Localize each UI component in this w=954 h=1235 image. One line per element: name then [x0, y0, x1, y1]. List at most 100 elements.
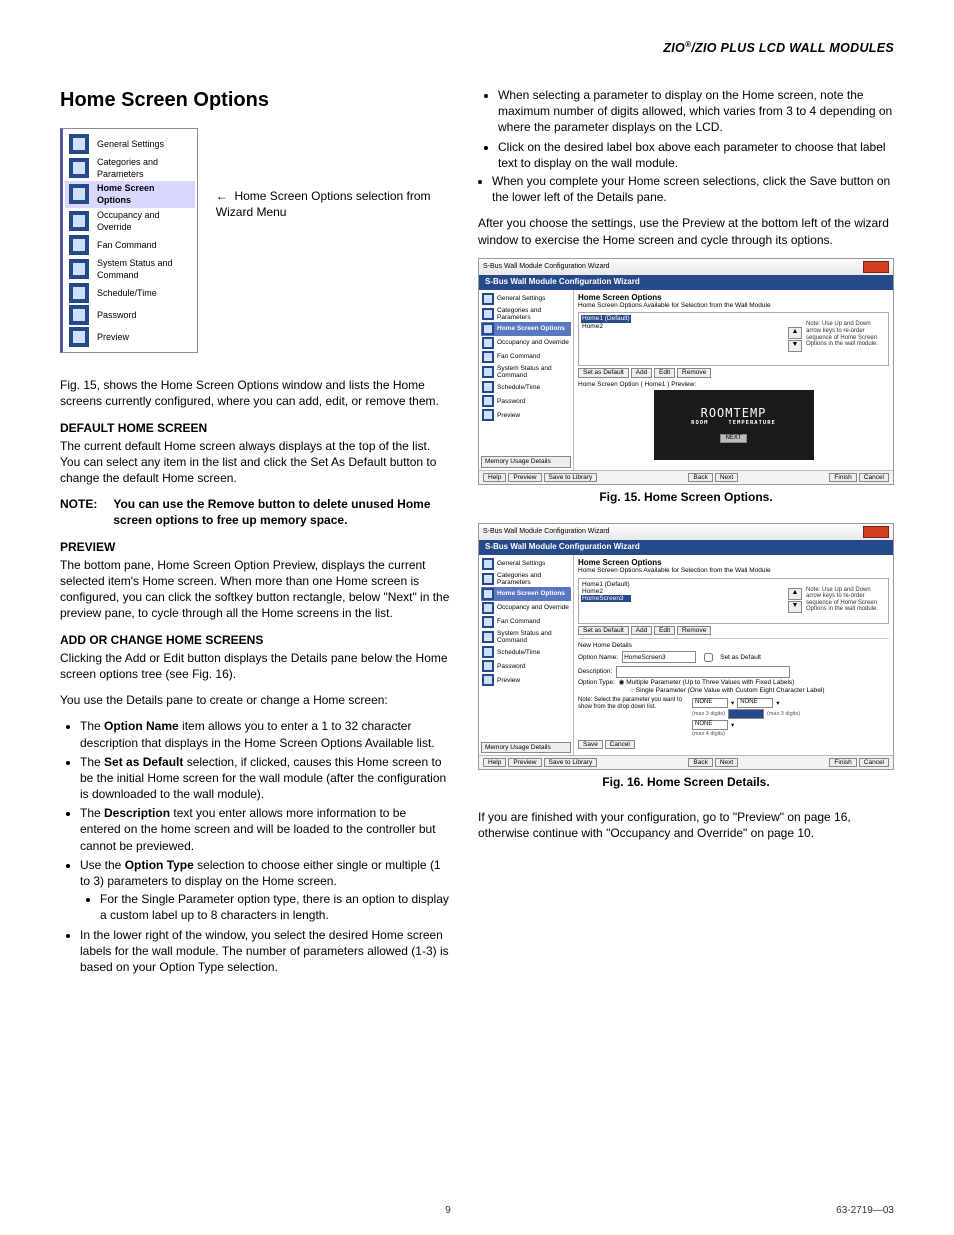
list-item: When you complete your Home screen selec… [492, 173, 894, 205]
page-title: Home Screen Options [60, 87, 450, 114]
list-item: For the Single Parameter option type, th… [100, 891, 450, 923]
next-button[interactable]: Next [715, 758, 738, 767]
back-button[interactable]: Back [688, 758, 712, 767]
list-item: Home2 [581, 588, 631, 595]
remove-button[interactable]: Remove [677, 626, 711, 635]
add-button[interactable]: Add [631, 368, 653, 377]
memory-usage-button[interactable]: Memory Usage Details [481, 742, 571, 753]
list-item: Home2 [581, 323, 631, 330]
list-item: Click on the desired label box above eac… [498, 139, 894, 171]
body-text: Fig. 15, shows the Home Screen Options w… [60, 377, 450, 409]
list-item: In the lower right of the window, you se… [80, 927, 450, 976]
body-text: The bottom pane, Home Screen Option Prev… [60, 557, 450, 622]
set-default-checkbox[interactable] [704, 653, 713, 662]
cancel-button[interactable]: Cancel [605, 740, 635, 749]
wiz-item: Preview [65, 326, 195, 348]
home-icon [69, 184, 89, 204]
next-button[interactable]: Next [715, 473, 738, 482]
status-icon [482, 366, 494, 378]
arrow-down-icon: ▼ [788, 601, 802, 613]
wizard-menu: General Settings Categories and Paramete… [60, 128, 198, 353]
categories-icon [482, 573, 494, 585]
categories-icon [482, 308, 494, 320]
wiz-item-selected: Home Screen Options [65, 181, 195, 207]
figure-caption: Fig. 16. Home Screen Details. [478, 774, 894, 790]
figure-16-screenshot: S-Bus Wall Module Configuration Wizard S… [478, 523, 894, 771]
param-select[interactable]: NONE [692, 720, 728, 730]
param-select[interactable] [728, 709, 764, 719]
memory-usage-button[interactable]: Memory Usage Details [481, 456, 571, 467]
arrow-down-icon: ▼ [788, 340, 802, 352]
add-change-heading: ADD OR CHANGE HOME SCREENS [60, 632, 450, 648]
arrow-up-icon: ▲ [788, 588, 802, 600]
preview-button[interactable]: Preview [508, 473, 541, 482]
set-default-button[interactable]: Set as Default [578, 626, 629, 635]
cancel-button[interactable]: Cancel [859, 473, 889, 482]
figure-caption: Fig. 15. Home Screen Options. [478, 489, 894, 505]
remove-button[interactable]: Remove [677, 368, 711, 377]
occupancy-icon [69, 211, 89, 231]
bullet-list: When selecting a parameter to display on… [478, 87, 894, 171]
fan-icon [69, 235, 89, 255]
settings-icon [482, 293, 494, 305]
edit-button[interactable]: Edit [654, 368, 675, 377]
list-item: Home1 (Default) [581, 581, 631, 588]
note-block: NOTE: You can use the Remove button to d… [60, 496, 450, 528]
option-name-input[interactable] [622, 651, 696, 663]
lcd-preview: ROOMTEMP ROOMTEMPERATURE NEXT [654, 390, 814, 460]
wiz-item: General Settings [65, 133, 195, 155]
help-button[interactable]: Help [483, 473, 506, 482]
password-icon [482, 660, 494, 672]
list-item: Use the Option Type selection to choose … [80, 857, 450, 924]
close-icon [863, 261, 889, 273]
status-icon [482, 631, 494, 643]
schedule-icon [482, 646, 494, 658]
wiz-item: Schedule/Time [65, 282, 195, 304]
lcd-next-softkey[interactable]: NEXT [720, 434, 746, 443]
add-button[interactable]: Add [631, 626, 653, 635]
settings-icon [482, 558, 494, 570]
fan-icon [482, 616, 494, 628]
wiz-item: Fan Command [65, 234, 195, 256]
finish-button[interactable]: Finish [829, 758, 856, 767]
password-icon [69, 305, 89, 325]
categories-icon [69, 158, 89, 178]
preview-button[interactable]: Preview [508, 758, 541, 767]
param-select[interactable]: NONE [737, 698, 773, 708]
save-button[interactable]: Save [578, 740, 603, 749]
preview-icon [482, 674, 494, 686]
list-item: HomeScreen3 [581, 595, 631, 602]
set-default-button[interactable]: Set as Default [578, 368, 629, 377]
help-button[interactable]: Help [483, 758, 506, 767]
arrow-up-icon: ▲ [788, 327, 802, 339]
edit-button[interactable]: Edit [654, 626, 675, 635]
wiz-item: System Status and Command [65, 256, 195, 282]
save-lib-button[interactable]: Save to Library [544, 758, 598, 767]
body-text: Clicking the Add or Edit button displays… [60, 650, 450, 682]
schedule-icon [69, 283, 89, 303]
password-icon [482, 395, 494, 407]
preview-icon [482, 409, 494, 421]
description-input[interactable] [616, 666, 790, 678]
settings-icon [69, 134, 89, 154]
finish-button[interactable]: Finish [829, 473, 856, 482]
status-icon [69, 259, 89, 279]
cancel-button[interactable]: Cancel [859, 758, 889, 767]
list-item: Home1 (Default) [581, 315, 631, 322]
body-text: If you are finished with your configurat… [478, 809, 894, 841]
list-item: When selecting a parameter to display on… [498, 87, 894, 136]
param-select[interactable]: NONE [692, 698, 728, 708]
wizard-menu-callout: ← Home Screen Options selection from Wiz… [216, 128, 450, 220]
body-text: The current default Home screen always d… [60, 438, 450, 487]
back-button[interactable]: Back [688, 473, 712, 482]
list-item: The Set as Default selection, if clicked… [80, 754, 450, 803]
schedule-icon [482, 381, 494, 393]
list-item: The Description text you enter allows mo… [80, 805, 450, 854]
save-lib-button[interactable]: Save to Library [544, 473, 598, 482]
page-footer: 9 63-2719—03 [60, 1204, 894, 1218]
preview-heading: PREVIEW [60, 539, 450, 555]
default-home-heading: DEFAULT HOME SCREEN [60, 420, 450, 436]
home-icon [482, 323, 494, 335]
fan-icon [482, 351, 494, 363]
running-header: ZIO®/ZIO PLUS LCD WALL MODULES [60, 40, 894, 57]
